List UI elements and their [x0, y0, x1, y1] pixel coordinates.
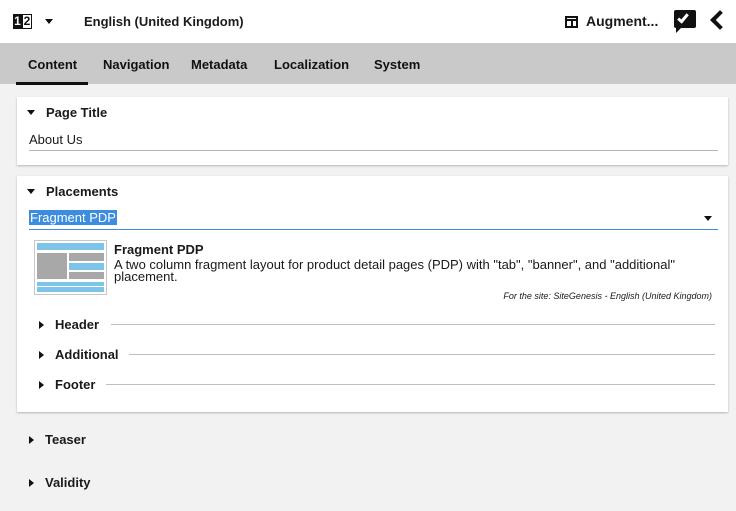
validity-section-toggle[interactable]: Validity: [29, 475, 91, 490]
placements-section-toggle[interactable]: Placements: [27, 184, 118, 199]
placement-label: Additional: [55, 347, 119, 362]
tab-navigation[interactable]: Navigation: [103, 57, 169, 72]
tab-metadata[interactable]: Metadata: [191, 57, 247, 72]
tab-localization[interactable]: Localization: [274, 57, 349, 72]
language-selector[interactable]: English (United Kingdom): [84, 14, 244, 29]
lang-icon-part-2: 2: [22, 14, 32, 29]
dropdown-arrow-icon[interactable]: [704, 216, 712, 221]
active-tab-indicator: [16, 82, 88, 85]
divider: [106, 384, 715, 385]
tab-system[interactable]: System: [374, 57, 420, 72]
caret-right-icon: [39, 350, 44, 359]
layout-name: Fragment PDP: [114, 242, 204, 257]
section-header-label: Placements: [46, 184, 119, 199]
tab-bar: Content Navigation Metadata Localization…: [0, 43, 736, 85]
layout-thumbnail: [34, 240, 107, 295]
caret-right-icon: [39, 320, 44, 329]
top-bar: 1 2 English (United Kingdom) Augment...: [0, 0, 736, 43]
placement-header-toggle[interactable]: Header: [39, 317, 99, 332]
augment-button[interactable]: Augment...: [586, 13, 658, 29]
placement-label: Footer: [55, 377, 96, 392]
page-title-input[interactable]: About Us: [29, 132, 82, 147]
input-underline: [29, 150, 718, 151]
placements-card: Placements Fragment PDP Fragment PDP A t…: [17, 176, 728, 412]
chevron-down-icon[interactable]: [45, 19, 53, 24]
caret-right-icon: [39, 380, 44, 389]
placement-select[interactable]: Fragment PDP: [29, 210, 117, 225]
section-header-label: Page Title: [46, 105, 108, 120]
select-underline: [29, 229, 718, 230]
caret-right-icon: [29, 478, 34, 487]
placement-footer-toggle[interactable]: Footer: [39, 377, 95, 392]
layout-description: A two column fragment layout for product…: [114, 257, 675, 284]
section-header-label: Validity: [45, 475, 91, 490]
caret-right-icon: [29, 435, 34, 444]
section-header-label: Teaser: [45, 432, 86, 447]
language-switch-icon[interactable]: 1 2: [13, 14, 32, 29]
page-title-section-toggle[interactable]: Page Title: [27, 105, 107, 120]
placement-additional-toggle[interactable]: Additional: [39, 347, 119, 362]
placement-label: Header: [55, 317, 100, 332]
divider: [129, 354, 715, 355]
comment-check-icon[interactable]: [674, 10, 696, 33]
placement-select-value: Fragment PDP: [29, 210, 117, 225]
divider: [111, 324, 715, 325]
teaser-section-toggle[interactable]: Teaser: [29, 432, 86, 447]
back-arrow-icon[interactable]: [710, 10, 730, 30]
tab-content[interactable]: Content: [28, 57, 77, 72]
calendar-icon[interactable]: [565, 16, 578, 28]
site-note: For the site: SiteGenesis - English (Uni…: [503, 291, 712, 301]
caret-down-icon: [27, 110, 35, 115]
caret-down-icon: [27, 189, 35, 194]
page-title-card: Page Title About Us: [17, 97, 728, 165]
lang-icon-part-1: 1: [13, 14, 22, 29]
